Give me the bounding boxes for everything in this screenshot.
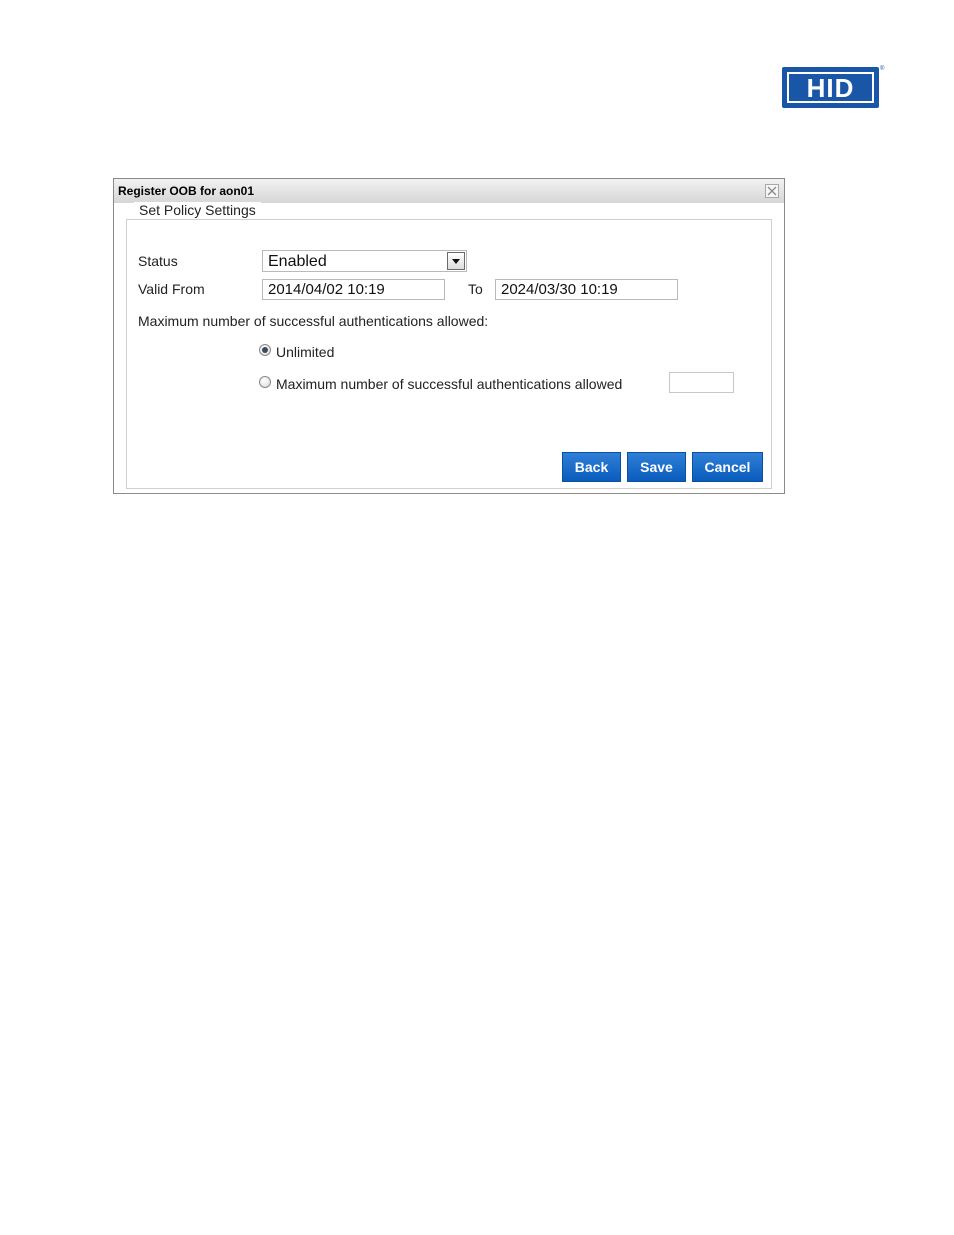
valid-to-input[interactable]: 2024/03/30 10:19: [495, 279, 678, 300]
max-count-radio[interactable]: [259, 376, 271, 388]
status-select-value: Enabled: [268, 253, 327, 270]
register-oob-dialog: Register OOB for aon01 Set Policy Settin…: [113, 178, 785, 494]
dialog-titlebar: Register OOB for aon01: [114, 179, 784, 203]
status-dropdown-button[interactable]: [447, 252, 465, 270]
valid-from-input[interactable]: 2014/04/02 10:19: [262, 279, 445, 300]
dialog-title: Register OOB for aon01: [118, 184, 255, 198]
registered-mark: ®: [880, 66, 885, 72]
max-count-label[interactable]: Maximum number of successful authenticat…: [276, 376, 622, 392]
hid-logo-text: HID: [787, 72, 874, 103]
to-label: To: [468, 281, 483, 297]
unlimited-label[interactable]: Unlimited: [276, 344, 334, 360]
status-label: Status: [138, 253, 178, 269]
fieldset-legend: Set Policy Settings: [134, 202, 261, 218]
close-button[interactable]: [765, 184, 779, 198]
close-icon: [767, 186, 777, 196]
cancel-button[interactable]: Cancel: [692, 452, 763, 482]
hid-logo: HID: [782, 67, 879, 108]
unlimited-radio[interactable]: [259, 344, 271, 356]
chevron-down-icon: [452, 258, 460, 264]
status-select[interactable]: Enabled: [262, 250, 467, 272]
valid-from-label: Valid From: [138, 281, 205, 297]
back-button[interactable]: Back: [562, 452, 621, 482]
max-auth-heading: Maximum number of successful authenticat…: [138, 313, 489, 329]
save-button[interactable]: Save: [627, 452, 686, 482]
max-count-input[interactable]: [669, 372, 734, 393]
